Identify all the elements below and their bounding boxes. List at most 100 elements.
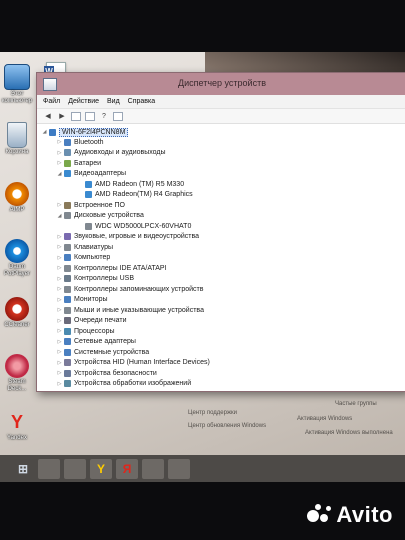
tree-node[interactable]: ▷ Клавиатуры [56, 242, 113, 252]
desktop-text-update: Центр обновления Windows [188, 423, 267, 429]
desktop-icon-recycle-bin[interactable]: Корзина [0, 122, 34, 156]
expand-arrow-icon[interactable]: ▷ [56, 234, 63, 240]
expand-arrow-icon[interactable]: ▷ [56, 318, 63, 324]
tree-node[interactable]: ▷ Контроллеры IDE ATA/ATAPI [56, 263, 167, 273]
desktop-icon-this-pc[interactable]: Этот компьютер [0, 64, 34, 105]
taskbar-app-icon[interactable] [142, 458, 164, 479]
collapse-arrow-icon[interactable]: ◢ [41, 129, 48, 135]
menu-bar: Файл Действие Вид Справка [37, 95, 405, 109]
collapse-arrow-icon[interactable]: ◢ [56, 171, 63, 177]
menu-file[interactable]: Файл [43, 98, 60, 105]
tree-node[interactable]: ▷ Мониторы [56, 295, 108, 305]
tree-node-label: AMD Radeon(TM) R4 Graphics [95, 191, 193, 198]
tree-node[interactable]: ▷ Звуковые, игровые и видеоустройства [56, 232, 199, 242]
recycle-bin-icon [7, 122, 27, 148]
yandex-browser-icon[interactable]: Я [116, 458, 138, 479]
expand-arrow-icon[interactable]: ▷ [56, 150, 63, 156]
expand-arrow-icon[interactable]: ▷ [56, 244, 63, 250]
tree-node[interactable]: ▷ Встроенное ПО [56, 200, 125, 210]
aimp-icon [5, 182, 29, 206]
expand-arrow-icon[interactable]: ▷ [56, 139, 63, 145]
tree-node[interactable]: ◢ Видеоадаптеры [56, 169, 126, 179]
tree-node[interactable]: ▷ Компьютер [56, 253, 110, 263]
tree-node[interactable]: ▷ Аудиовходы и аудиовыходы [56, 148, 166, 158]
expand-arrow-icon[interactable]: ▷ [56, 276, 63, 282]
view-icon[interactable] [85, 111, 95, 121]
forward-icon[interactable]: ▶ [57, 112, 67, 121]
expand-arrow-icon[interactable]: ▷ [56, 307, 63, 313]
tree-node-label: Видеоадаптеры [74, 170, 127, 177]
expand-arrow-icon[interactable]: ▷ [56, 381, 63, 387]
device-tree[interactable]: ◢ WIN-6F2I4PCNN8M ▷ Bluetooth ▷ Аудиовходы … [37, 124, 405, 391]
taskbar: ⊞ Y Я [0, 455, 405, 482]
usb-icon [64, 275, 71, 282]
expand-arrow-icon[interactable]: ▷ [56, 286, 63, 292]
yandex-icon[interactable]: Y [90, 458, 112, 479]
tree-node[interactable]: ▷ Процессоры [56, 326, 115, 336]
tree-node-label: Bluetooth [74, 138, 104, 146]
desktop-icon-yandex[interactable]: Y Yandex [0, 410, 34, 442]
scan-hardware-icon[interactable] [113, 111, 123, 121]
tree-node[interactable]: ▷ Очереди печати [56, 316, 127, 326]
menu-action[interactable]: Действие [68, 98, 99, 105]
tree-node[interactable]: ▷ Устройства безопасности [56, 368, 157, 378]
display-adapter-icon [85, 180, 92, 188]
bluetooth-icon [64, 138, 71, 146]
tree-node-label: Системные устройства [74, 348, 150, 356]
expand-arrow-icon[interactable]: ▷ [56, 360, 63, 366]
tree-node[interactable]: ▷ Bluetooth [56, 137, 104, 147]
expand-arrow-icon[interactable]: ▷ [56, 339, 63, 345]
potplayer-icon [5, 239, 29, 263]
disk-icon [85, 222, 92, 230]
tree-node-label: Процессоры [74, 327, 115, 335]
expand-arrow-icon[interactable]: ▷ [56, 255, 63, 261]
tree-node[interactable]: ▷ Контроллеры запоминающих устройств [56, 284, 204, 294]
expand-arrow-icon[interactable]: ▷ [56, 160, 63, 166]
ide-controller-icon [64, 264, 71, 272]
avito-brand: Avito [336, 502, 393, 527]
back-icon[interactable]: ◀ [43, 112, 53, 121]
help-icon[interactable]: ? [99, 112, 109, 121]
taskbar-device-manager-icon[interactable] [168, 458, 190, 479]
tree-node-label: Очереди печати [74, 317, 127, 324]
taskbar-app-icon[interactable] [38, 458, 60, 479]
properties-icon[interactable] [71, 111, 81, 121]
device-manager-window[interactable]: Диспетчер устройств Файл Действие Вид Сп… [36, 72, 405, 392]
collapse-arrow-icon[interactable]: ◢ [56, 213, 63, 219]
window-titlebar[interactable]: Диспетчер устройств [37, 73, 405, 95]
desktop-icon-label: Steam Deck... [7, 379, 27, 392]
start-icon[interactable]: ⊞ [12, 459, 34, 479]
menu-view[interactable]: Вид [107, 98, 120, 105]
network-adapter-icon [64, 338, 71, 345]
hid-icon [64, 359, 71, 366]
tree-node[interactable]: ▷ Системные устройства [56, 347, 149, 357]
monitor-icon [64, 296, 71, 303]
battery-icon [64, 159, 71, 167]
tree-node[interactable]: ▷ Контроллеры USB [56, 274, 134, 284]
desktop-icon-aimp[interactable]: AIMP [0, 182, 34, 214]
tree-node[interactable]: ▷ Устройства обработки изображений [56, 379, 191, 389]
firmware-icon [64, 201, 71, 209]
taskbar-app-icon[interactable] [64, 458, 86, 479]
expand-arrow-icon[interactable]: ▷ [56, 297, 63, 303]
tree-node[interactable]: AMD Radeon(TM) R4 Graphics [77, 190, 193, 200]
expand-arrow-icon[interactable]: ▷ [56, 202, 63, 208]
expand-arrow-icon[interactable]: ▷ [56, 265, 63, 271]
tree-node[interactable]: ▷ Мыши и иные указывающие устройства [56, 305, 204, 315]
tree-node[interactable]: ◢ Дисковые устройства [56, 211, 144, 221]
tree-node[interactable]: ▷ Устройства HID (Human Interface Devices… [56, 358, 210, 368]
tree-node[interactable]: AMD Radeon (TM) R5 M330 [77, 179, 184, 189]
desktop-icon-app[interactable]: Steam Deck... [0, 354, 34, 393]
tree-root[interactable]: ◢ WIN-6F2I4PCNN8M [41, 127, 129, 137]
desktop-icon-potplayer[interactable]: Daum PotPlayer [0, 239, 34, 278]
menu-help[interactable]: Справка [128, 98, 155, 105]
tree-node-label: Клавиатуры [74, 243, 114, 251]
expand-arrow-icon[interactable]: ▷ [56, 370, 63, 376]
expand-arrow-icon[interactable]: ▷ [56, 328, 63, 334]
tree-node[interactable]: WDC WD5000LPCX-60VHAT0 [77, 221, 191, 231]
mouse-icon [64, 306, 71, 314]
desktop-icon-ccleaner[interactable]: CCleaner [0, 297, 34, 329]
tree-node[interactable]: ▷ Сетевые адаптеры [56, 337, 136, 347]
expand-arrow-icon[interactable]: ▷ [56, 349, 63, 355]
tree-node[interactable]: ▷ Батареи [56, 158, 101, 168]
